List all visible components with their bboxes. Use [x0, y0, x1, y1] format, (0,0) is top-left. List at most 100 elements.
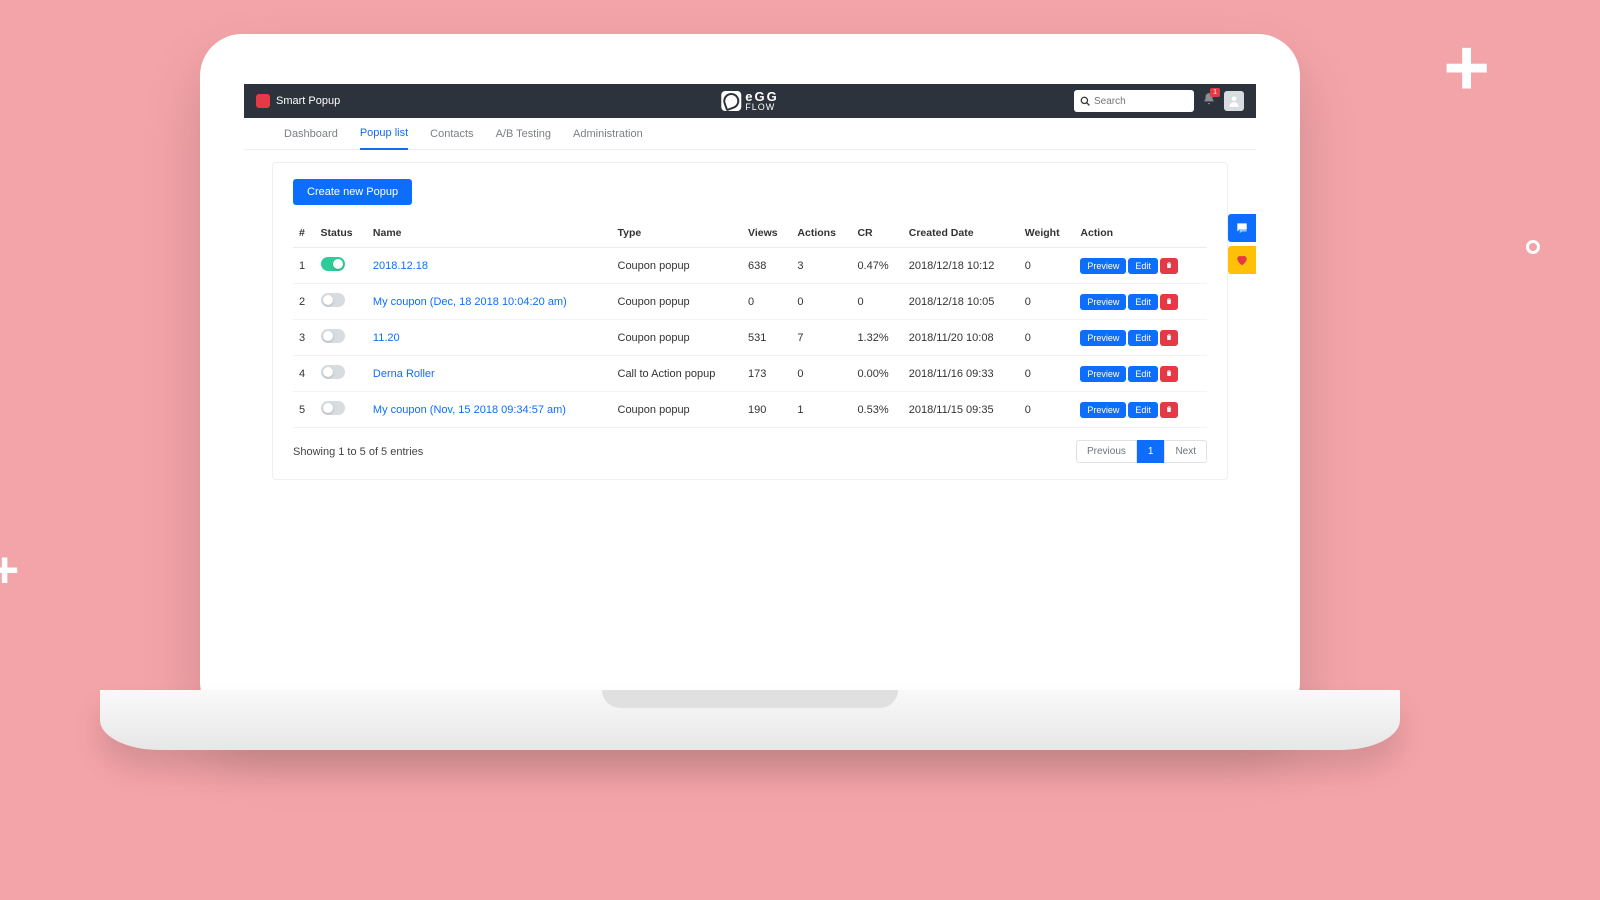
tab-popup-list[interactable]: Popup list: [360, 118, 408, 150]
chat-float-button[interactable]: [1228, 214, 1256, 242]
popup-name-link[interactable]: My coupon (Dec, 18 2018 10:04:20 am): [373, 296, 567, 308]
col-cr: CR: [851, 219, 902, 248]
search-box[interactable]: [1074, 90, 1194, 112]
pager-previous[interactable]: Previous: [1076, 440, 1137, 463]
col-name: Name: [367, 219, 612, 248]
pager-page-1[interactable]: 1: [1137, 440, 1165, 463]
status-toggle[interactable]: [321, 365, 345, 379]
app-title: Smart Popup: [276, 95, 340, 107]
user-icon: [1227, 94, 1241, 108]
delete-button[interactable]: [1160, 366, 1178, 382]
cell-created: 2018/12/18 10:12: [903, 248, 1019, 284]
popup-name-link[interactable]: 11.20: [373, 332, 400, 344]
delete-button[interactable]: [1160, 258, 1178, 274]
cell-status: [315, 284, 367, 320]
col-type: Type: [612, 219, 743, 248]
cell-weight: 0: [1019, 284, 1075, 320]
table-row: 4Derna RollerCall to Action popup17300.0…: [293, 356, 1207, 392]
cell-action: PreviewEdit: [1074, 284, 1207, 320]
status-toggle[interactable]: [321, 329, 345, 343]
cell-cr: 1.32%: [851, 320, 902, 356]
cell-status: [315, 248, 367, 284]
status-toggle[interactable]: [321, 257, 345, 271]
preview-button[interactable]: Preview: [1080, 402, 1126, 418]
showing-text: Showing 1 to 5 of 5 entries: [293, 446, 423, 458]
pager-next[interactable]: Next: [1164, 440, 1207, 463]
cell-type: Coupon popup: [612, 392, 743, 428]
cell-weight: 0: [1019, 392, 1075, 428]
brand-logo-icon: [721, 91, 741, 111]
cell-actions: 0: [791, 356, 851, 392]
cell-index: 3: [293, 320, 315, 356]
cell-views: 531: [742, 320, 791, 356]
cell-actions: 1: [791, 392, 851, 428]
decor-plus-top-right: +: [1443, 28, 1490, 108]
status-toggle[interactable]: [321, 293, 345, 307]
col-views: Views: [742, 219, 791, 248]
popup-name-link[interactable]: Derna Roller: [373, 368, 435, 380]
app-icon: [256, 94, 270, 108]
col-index: #: [293, 219, 315, 248]
cell-name: My coupon (Dec, 18 2018 10:04:20 am): [367, 284, 612, 320]
tab-administration[interactable]: Administration: [573, 119, 643, 149]
cell-created: 2018/11/20 10:08: [903, 320, 1019, 356]
decor-plus-left: +: [0, 545, 19, 595]
cell-status: [315, 392, 367, 428]
trash-icon: [1165, 333, 1173, 341]
table-row: 2My coupon (Dec, 18 2018 10:04:20 am)Cou…: [293, 284, 1207, 320]
nav-tabs: Dashboard Popup list Contacts A/B Testin…: [244, 118, 1256, 150]
preview-button[interactable]: Preview: [1080, 258, 1126, 274]
preview-button[interactable]: Preview: [1080, 330, 1126, 346]
cell-weight: 0: [1019, 356, 1075, 392]
tab-dashboard[interactable]: Dashboard: [284, 119, 338, 149]
cell-actions: 7: [791, 320, 851, 356]
cell-views: 0: [742, 284, 791, 320]
edit-button[interactable]: Edit: [1128, 330, 1158, 346]
app-screen: Smart Popup eGG FLOW 1: [244, 84, 1256, 724]
tab-ab-testing[interactable]: A/B Testing: [496, 119, 551, 149]
search-input[interactable]: [1094, 96, 1184, 107]
heart-float-button[interactable]: [1228, 246, 1256, 274]
cell-index: 4: [293, 356, 315, 392]
top-bar: Smart Popup eGG FLOW 1: [244, 84, 1256, 118]
edit-button[interactable]: Edit: [1128, 402, 1158, 418]
delete-button[interactable]: [1160, 330, 1178, 346]
delete-button[interactable]: [1160, 294, 1178, 310]
cell-actions: 3: [791, 248, 851, 284]
cell-index: 1: [293, 248, 315, 284]
cell-action: PreviewEdit: [1074, 392, 1207, 428]
tab-contacts[interactable]: Contacts: [430, 119, 473, 149]
laptop-notch: [602, 690, 898, 708]
cell-type: Coupon popup: [612, 248, 743, 284]
col-created: Created Date: [903, 219, 1019, 248]
cell-cr: 0.53%: [851, 392, 902, 428]
cell-actions: 0: [791, 284, 851, 320]
preview-button[interactable]: Preview: [1080, 294, 1126, 310]
decor-dot-right: [1526, 240, 1540, 254]
popup-name-link[interactable]: My coupon (Nov, 15 2018 09:34:57 am): [373, 404, 566, 416]
cell-views: 190: [742, 392, 791, 428]
popup-name-link[interactable]: 2018.12.18: [373, 260, 428, 272]
cell-index: 2: [293, 284, 315, 320]
edit-button[interactable]: Edit: [1128, 294, 1158, 310]
cell-action: PreviewEdit: [1074, 248, 1207, 284]
laptop-frame: Smart Popup eGG FLOW 1: [200, 34, 1300, 724]
status-toggle[interactable]: [321, 401, 345, 415]
user-avatar[interactable]: [1224, 91, 1244, 111]
col-action: Action: [1074, 219, 1207, 248]
edit-button[interactable]: Edit: [1128, 366, 1158, 382]
notification-bell[interactable]: 1: [1202, 92, 1216, 111]
cell-type: Coupon popup: [612, 320, 743, 356]
delete-button[interactable]: [1160, 402, 1178, 418]
floating-buttons: [1228, 214, 1256, 274]
cell-created: 2018/11/16 09:33: [903, 356, 1019, 392]
cell-index: 5: [293, 392, 315, 428]
table-footer: Showing 1 to 5 of 5 entries Previous 1 N…: [293, 440, 1207, 463]
chat-icon: [1235, 221, 1249, 235]
brand-text: eGG FLOW: [745, 90, 778, 112]
preview-button[interactable]: Preview: [1080, 366, 1126, 382]
edit-button[interactable]: Edit: [1128, 258, 1158, 274]
cell-name: 2018.12.18: [367, 248, 612, 284]
popup-table: # Status Name Type Views Actions CR Crea…: [293, 219, 1207, 428]
create-popup-button[interactable]: Create new Popup: [293, 179, 412, 205]
